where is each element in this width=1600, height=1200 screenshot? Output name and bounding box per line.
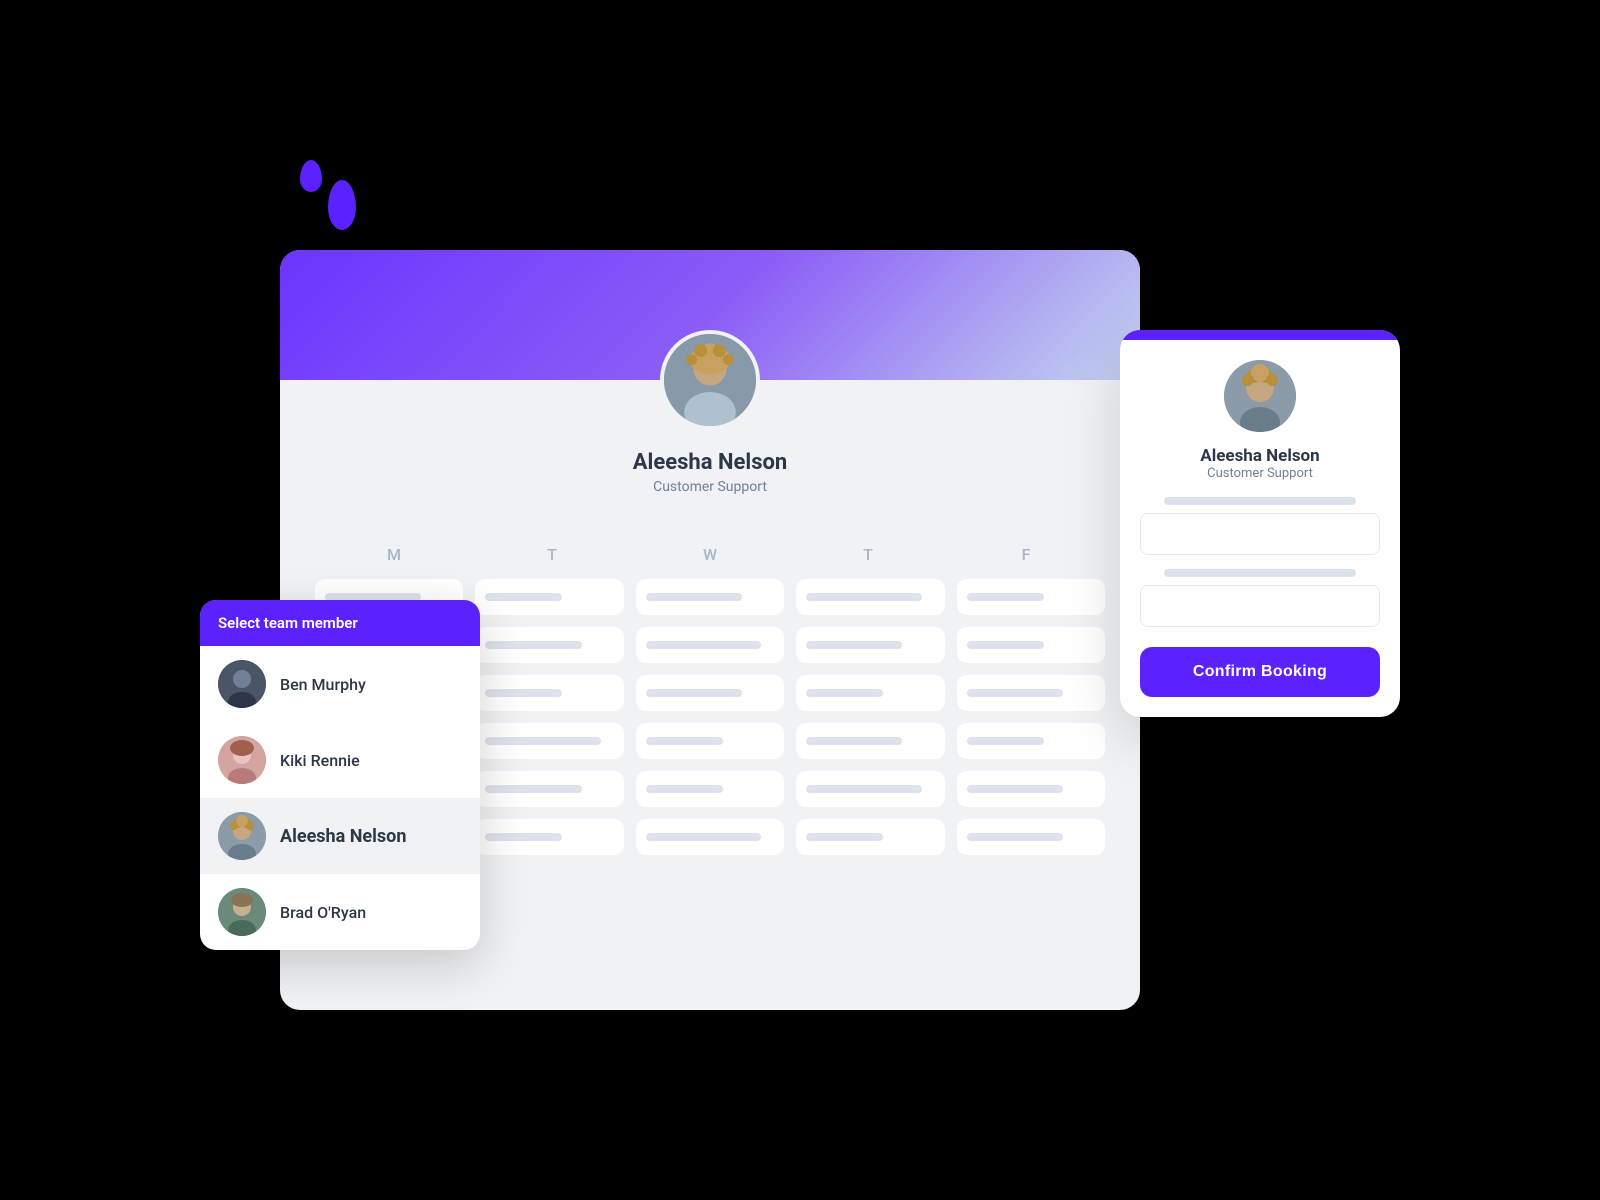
day-m: M <box>315 545 473 564</box>
time-slot[interactable] <box>636 723 784 759</box>
team-member-brad[interactable]: Brad O'Ryan <box>200 874 480 950</box>
booking-avatar <box>1224 360 1296 432</box>
slot-bar <box>967 833 1063 841</box>
team-member-ben[interactable]: Ben Murphy <box>200 646 480 722</box>
member-avatar-ben <box>218 660 266 708</box>
card-header <box>280 250 1140 380</box>
slot-bar <box>485 737 601 745</box>
slot-bar <box>967 593 1044 601</box>
days-header: M T W T F <box>310 545 1110 564</box>
team-dropdown: Select team member Ben Murphy <box>200 600 480 950</box>
team-member-kiki[interactable]: Kiki Rennie <box>200 722 480 798</box>
member-avatar-aleesha <box>218 812 266 860</box>
day-w: W <box>631 545 789 564</box>
time-slot[interactable] <box>796 579 944 615</box>
time-slot[interactable] <box>636 627 784 663</box>
time-slot[interactable] <box>796 771 944 807</box>
slot-bar <box>967 785 1063 793</box>
slot-bar <box>806 593 922 601</box>
slot-bar <box>646 737 723 745</box>
time-slot[interactable] <box>636 771 784 807</box>
slot-bar <box>646 689 742 697</box>
day-f: F <box>947 545 1105 564</box>
booking-input-1[interactable] <box>1140 513 1380 555</box>
booking-label-bar-1 <box>1164 497 1356 505</box>
time-slot[interactable] <box>957 675 1105 711</box>
time-slot[interactable] <box>957 819 1105 855</box>
scene: Aleesha Nelson Customer Support M T W T … <box>200 150 1400 1050</box>
slot-bar <box>646 641 762 649</box>
slot-bar <box>806 785 922 793</box>
booking-card: Aleesha Nelson Customer Support Confirm … <box>1120 330 1400 717</box>
day-t1: T <box>473 545 631 564</box>
booking-card-accent <box>1120 330 1400 340</box>
booking-card-body: Aleesha Nelson Customer Support Confirm … <box>1120 340 1400 717</box>
time-slot[interactable] <box>957 627 1105 663</box>
slot-bar <box>967 641 1044 649</box>
slot-bar <box>646 593 742 601</box>
time-slot[interactable] <box>796 627 944 663</box>
confirm-booking-button[interactable]: Confirm Booking <box>1140 647 1380 697</box>
time-slot[interactable] <box>957 771 1105 807</box>
time-slot[interactable] <box>636 675 784 711</box>
time-slot[interactable] <box>475 579 623 615</box>
slot-bar <box>806 737 902 745</box>
time-slot[interactable] <box>475 723 623 759</box>
booking-label-bar-2 <box>1164 569 1356 577</box>
time-slot[interactable] <box>796 723 944 759</box>
profile-info: Aleesha Nelson Customer Support <box>280 440 1140 505</box>
member-name-brad: Brad O'Ryan <box>280 903 366 922</box>
profile-role: Customer Support <box>290 479 1130 495</box>
booking-input-2[interactable] <box>1140 585 1380 627</box>
slot-bar <box>806 689 883 697</box>
time-slot[interactable] <box>957 579 1105 615</box>
time-slot[interactable] <box>475 771 623 807</box>
slot-bar <box>806 833 883 841</box>
team-member-aleesha[interactable]: Aleesha Nelson <box>200 798 480 874</box>
member-name-aleesha: Aleesha Nelson <box>280 826 406 847</box>
slot-bar <box>967 737 1044 745</box>
slot-bar <box>967 689 1063 697</box>
time-slot[interactable] <box>636 819 784 855</box>
booking-name: Aleesha Nelson <box>1140 446 1380 466</box>
member-avatar-brad <box>218 888 266 936</box>
time-slot[interactable] <box>796 819 944 855</box>
drop-large <box>328 180 356 230</box>
time-slot[interactable] <box>475 675 623 711</box>
time-slot[interactable] <box>475 819 623 855</box>
profile-name: Aleesha Nelson <box>290 450 1130 475</box>
drop-small <box>300 160 322 192</box>
slot-bar <box>485 593 562 601</box>
slot-bar <box>646 833 762 841</box>
time-slot[interactable] <box>636 579 784 615</box>
slot-bar <box>485 641 581 649</box>
main-profile-avatar <box>660 330 760 430</box>
member-avatar-kiki <box>218 736 266 784</box>
dropdown-header: Select team member <box>200 600 480 646</box>
slot-bar <box>646 785 723 793</box>
member-name-ben: Ben Murphy <box>280 675 366 694</box>
slot-bar <box>485 689 562 697</box>
member-name-kiki: Kiki Rennie <box>280 751 360 770</box>
booking-role: Customer Support <box>1140 466 1380 481</box>
slot-bar <box>485 833 562 841</box>
time-slot[interactable] <box>957 723 1105 759</box>
slot-bar <box>485 785 581 793</box>
time-slot[interactable] <box>475 627 623 663</box>
slot-bar <box>806 641 902 649</box>
time-slot[interactable] <box>796 675 944 711</box>
day-t2: T <box>789 545 947 564</box>
